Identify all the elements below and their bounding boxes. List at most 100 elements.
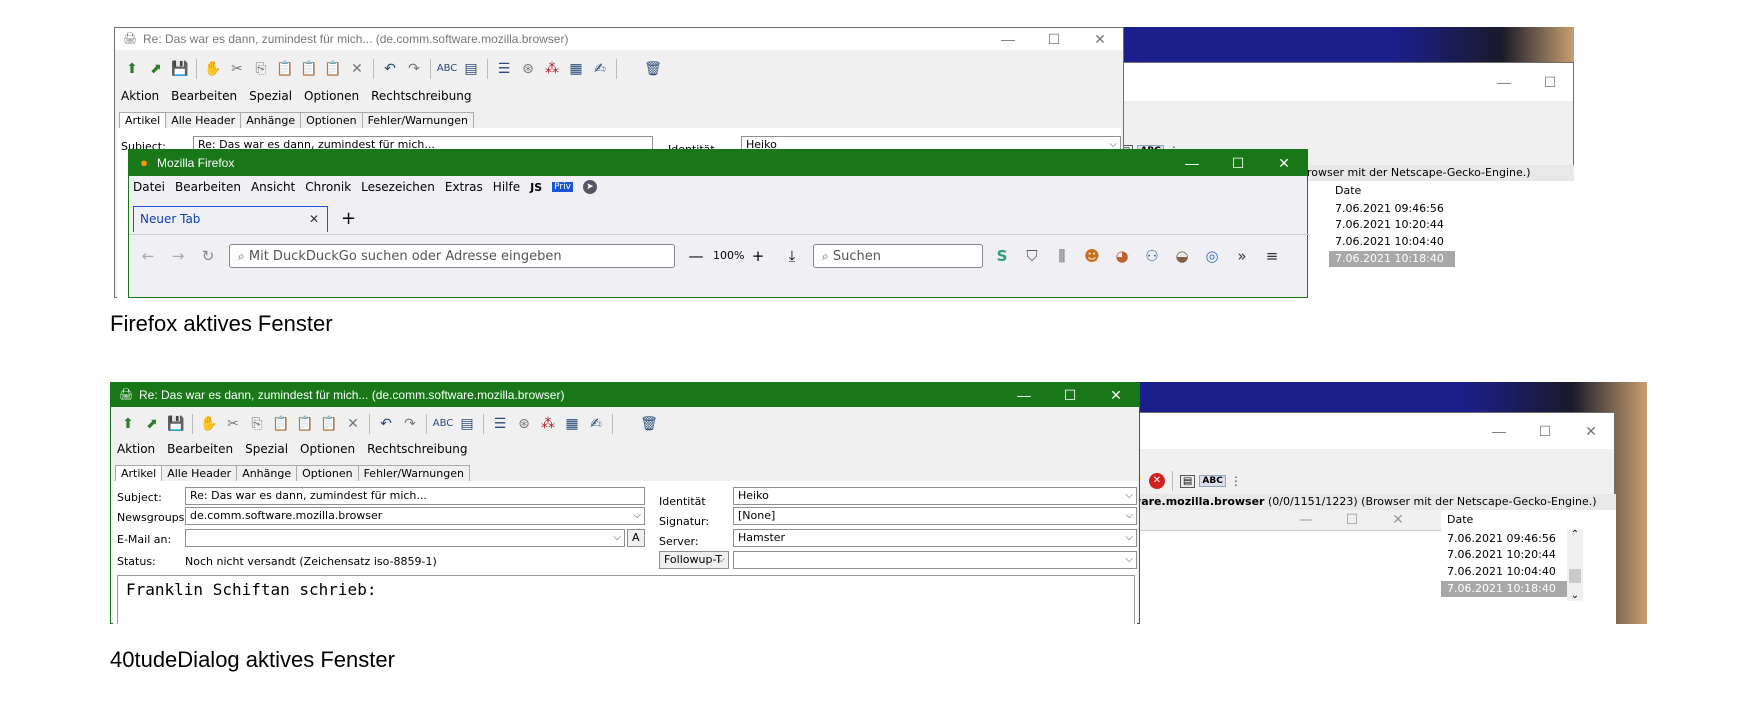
menu-bearbeiten[interactable]: Bearbeiten <box>171 89 237 103</box>
library-icon[interactable]: ⫼ <box>1051 247 1073 265</box>
bg-maximize-button[interactable]: ☐ <box>1527 71 1573 93</box>
menu-spezial[interactable]: Spezial <box>245 442 288 456</box>
list-item[interactable]: 7.06.2021 09:46:56 <box>1441 531 1567 547</box>
tab-optionen[interactable]: Optionen <box>296 465 359 481</box>
undo-icon[interactable]: ↶ <box>375 413 397 435</box>
minimize-button[interactable]: — <box>985 28 1031 50</box>
tab-alle-header[interactable]: Alle Header <box>165 112 242 128</box>
email-input[interactable]: ⌵ <box>185 529 625 547</box>
menu-aktion[interactable]: Aktion <box>121 89 159 103</box>
maximize-button[interactable]: ☐ <box>1031 28 1077 50</box>
bg-minimize-button[interactable]: — <box>1481 71 1527 93</box>
copy-icon[interactable]: ⎘ <box>250 58 272 80</box>
save-icon[interactable]: 💾 <box>165 413 187 435</box>
ff-maximize-button[interactable]: ☐ <box>1215 150 1261 172</box>
view-icon[interactable]: ▤ <box>460 58 482 80</box>
zoom-out-icon[interactable]: — <box>685 247 707 265</box>
download-icon[interactable]: ⤓ <box>781 247 803 265</box>
list-item[interactable]: 7.06.2021 10:04:40 <box>1329 234 1455 250</box>
redo-icon[interactable]: ↷ <box>403 58 425 80</box>
list-item[interactable]: 7.06.2021 10:20:44 <box>1329 217 1455 233</box>
scrollbar[interactable]: ⌃ ⌄ <box>1567 529 1583 601</box>
send-later-icon[interactable]: ⬈ <box>145 58 167 80</box>
ff-close-button[interactable]: ✕ <box>1261 150 1307 172</box>
cookie-icon[interactable]: ◕ <box>1111 247 1133 265</box>
hand-icon[interactable]: ✋ <box>198 413 220 435</box>
scroll-down-icon[interactable]: ⌄ <box>1567 590 1583 601</box>
tab-artikel[interactable]: Artikel <box>119 112 167 128</box>
forward-icon[interactable]: → <box>167 247 189 265</box>
hand-icon[interactable]: ✋ <box>202 58 224 80</box>
addon-s-icon[interactable]: S <box>991 247 1013 265</box>
send-later-icon[interactable]: ⬈ <box>141 413 163 435</box>
subject-input[interactable]: Re: Das war es dann, zumindest für mich.… <box>185 487 645 505</box>
tree-icon[interactable]: ⋮ <box>1230 474 1242 488</box>
ff-menu-bearbeiten[interactable]: Bearbeiten <box>175 180 241 194</box>
menu-rechtschreibung[interactable]: Rechtschreibung <box>367 442 467 456</box>
ff-menu-lesezeichen[interactable]: Lesezeichen <box>361 180 435 194</box>
cursor-addon-icon[interactable]: ➤ <box>582 180 597 194</box>
inner-maximize-button[interactable]: ☐ <box>1329 510 1375 532</box>
strike-icon[interactable]: ⁂ <box>537 413 559 435</box>
ff-minimize-button[interactable]: — <box>1169 150 1215 172</box>
signature-icon[interactable]: ✍ <box>585 413 607 435</box>
js-toggle[interactable]: JS <box>530 181 542 194</box>
minimize-button[interactable]: — <box>1001 383 1047 405</box>
address-book-button[interactable]: A <box>627 529 645 547</box>
tab-fehler[interactable]: Fehler/Warnungen <box>361 112 474 128</box>
spellcheck-icon[interactable]: ABC <box>436 58 458 80</box>
send-icon[interactable]: ⬆ <box>121 58 143 80</box>
ff-menu-chronik[interactable]: Chronik <box>305 180 351 194</box>
private-badge[interactable]: Priv <box>552 182 573 192</box>
ff-menu-hilfe[interactable]: Hilfe <box>493 180 520 194</box>
rot13-icon[interactable]: ⊛ <box>513 413 535 435</box>
menu-optionen[interactable]: Optionen <box>300 442 355 456</box>
back-icon[interactable]: ← <box>137 247 159 265</box>
delete-icon[interactable]: ✕ <box>346 58 368 80</box>
identity-select[interactable]: Heiko ⌵ <box>733 487 1137 505</box>
menu-optionen[interactable]: Optionen <box>304 89 359 103</box>
trash-icon[interactable]: 🗑 <box>638 413 660 435</box>
addon-badger-icon[interactable]: ◒ <box>1171 247 1193 265</box>
followup-select[interactable]: Followup-T ⌵ <box>659 551 729 569</box>
ff-menu-datei[interactable]: Datei <box>133 180 165 194</box>
server-select[interactable]: Hamster ⌵ <box>733 529 1137 547</box>
body-editor[interactable]: Franklin Schiftan schrieb: <box>117 575 1135 624</box>
tab-artikel[interactable]: Artikel <box>115 465 163 481</box>
shield-icon[interactable]: ⛉ <box>1021 247 1043 265</box>
tab-anhaenge[interactable]: Anhänge <box>240 112 302 128</box>
copy-icon[interactable]: ⎘ <box>246 413 268 435</box>
save-icon[interactable]: 💾 <box>169 58 191 80</box>
reload-icon[interactable]: ↻ <box>197 247 219 265</box>
paste-special-icon[interactable]: 📋 <box>318 413 340 435</box>
view-icon[interactable]: ▤ <box>1179 474 1196 488</box>
menu-rechtschreibung[interactable]: Rechtschreibung <box>371 89 471 103</box>
view-icon[interactable]: ▤ <box>456 413 478 435</box>
list-item[interactable]: 7.06.2021 10:04:40 <box>1441 564 1567 580</box>
zoom-level[interactable]: 100% <box>713 249 744 262</box>
chevron-down-icon[interactable]: ⌵ <box>613 530 621 546</box>
send-icon[interactable]: ⬆ <box>117 413 139 435</box>
signature-icon[interactable]: ✍ <box>589 58 611 80</box>
new-tab-icon[interactable]: + <box>341 208 356 229</box>
header-icon[interactable]: ☰ <box>493 58 515 80</box>
paste-icon[interactable]: 📋 <box>274 58 296 80</box>
chevron-down-icon[interactable]: ⌵ <box>633 508 641 524</box>
menu-aktion[interactable]: Aktion <box>117 442 155 456</box>
paste-special-icon[interactable]: 📋 <box>322 58 344 80</box>
template-icon[interactable]: ▦ <box>565 58 587 80</box>
search-input[interactable]: ⌕ Suchen <box>813 244 983 268</box>
signature-select[interactable]: [None] ⌵ <box>733 507 1137 525</box>
strike-icon[interactable]: ⁂ <box>541 58 563 80</box>
addon-circle-icon[interactable]: ◎ <box>1201 247 1223 265</box>
delete-icon[interactable]: ✕ <box>342 413 364 435</box>
paste-quote-icon[interactable]: 📋 <box>298 58 320 80</box>
tab-anhaenge[interactable]: Anhänge <box>236 465 298 481</box>
tab-neuer-tab[interactable]: Neuer Tab ✕ <box>133 206 328 232</box>
scroll-thumb[interactable] <box>1569 569 1581 583</box>
template-icon[interactable]: ▦ <box>561 413 583 435</box>
ff-menu-ansicht[interactable]: Ansicht <box>251 180 295 194</box>
scroll-up-icon[interactable]: ⌃ <box>1567 529 1583 540</box>
tab-close-icon[interactable]: ✕ <box>309 207 319 231</box>
close-button[interactable]: ✕ <box>1093 383 1139 405</box>
